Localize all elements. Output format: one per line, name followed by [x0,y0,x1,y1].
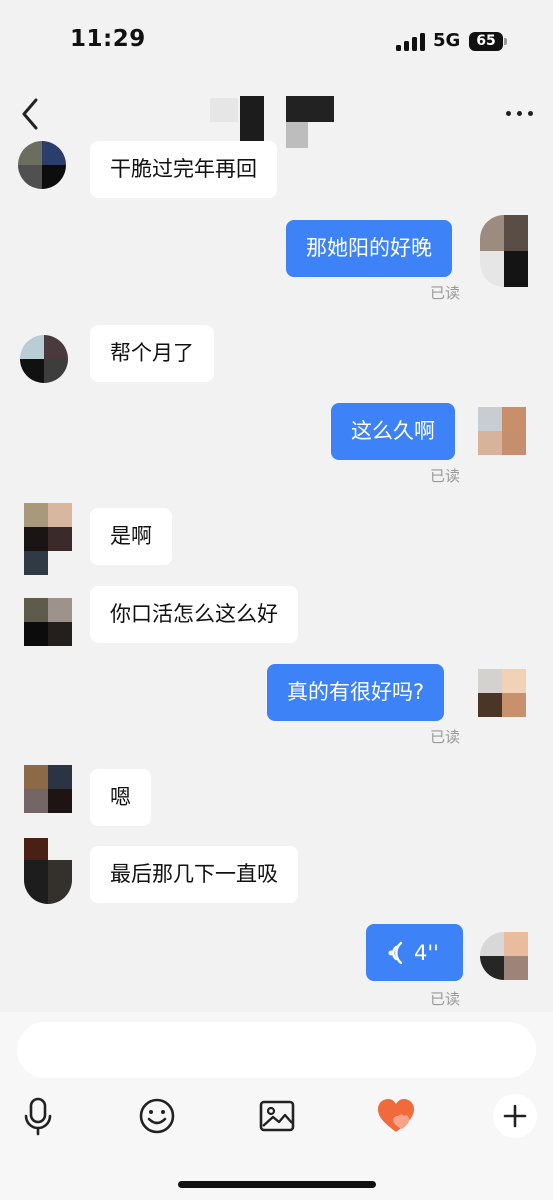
contact-avatar[interactable] [24,838,72,904]
plus-icon [503,1104,527,1128]
message-input[interactable] [17,1022,536,1078]
read-receipt: 已读 [430,728,461,746]
contact-avatar[interactable] [24,503,72,575]
image-icon [259,1100,295,1132]
heart-icon [378,1099,414,1132]
battery-icon: 65 [469,32,503,51]
nav-bar [0,82,553,148]
network-type: 5G [433,30,461,51]
contact-avatar[interactable] [18,141,66,189]
status-time: 11:29 [70,26,146,52]
microphone-icon [24,1097,52,1136]
image-button[interactable] [255,1094,299,1138]
my-avatar[interactable] [480,932,528,980]
battery-tip [504,38,507,45]
status-bar: 11:29 5G 65 [0,0,553,82]
message-bubble[interactable]: 真的有很好吗? [267,664,445,721]
read-receipt: 已读 [430,990,461,1008]
home-indicator[interactable] [178,1181,376,1188]
read-receipt: 已读 [430,284,461,302]
message-bubble[interactable]: 你口活怎么这么好 [90,586,298,643]
input-bar [0,1012,553,1200]
my-avatar[interactable] [480,215,528,287]
contact-avatar[interactable] [24,765,72,813]
microphone-button[interactable] [16,1094,60,1138]
my-avatar[interactable] [478,669,526,717]
message-bubble[interactable]: 是啊 [90,508,172,565]
plus-button[interactable] [493,1094,537,1138]
message-bubble[interactable]: 嗯 [90,769,151,826]
contact-name-blurred [206,92,346,148]
back-button[interactable] [16,94,46,134]
emoji-button[interactable] [135,1094,179,1138]
read-receipt: 已读 [430,467,461,485]
voice-duration: 4'' [414,940,439,965]
interaction-button[interactable] [374,1094,418,1138]
more-options-button[interactable] [500,98,540,128]
message-bubble[interactable]: 帮个月了 [90,325,214,382]
message-bubble[interactable]: 这么久啊 [331,403,455,460]
voice-message-bubble[interactable]: 4'' [366,924,463,981]
message-bubble[interactable]: 那她阳的好晚 [286,220,452,277]
message-bubble[interactable]: 干脆过完年再回 [90,141,277,198]
voice-wave-icon [388,941,403,965]
chevron-left-icon [22,98,38,130]
contact-avatar[interactable] [20,335,68,383]
signal-icon [396,33,426,51]
contact-avatar[interactable] [24,598,72,646]
emoji-icon [139,1098,175,1134]
message-bubble[interactable]: 最后那几下一直吸 [90,846,298,903]
my-avatar[interactable] [478,407,526,455]
